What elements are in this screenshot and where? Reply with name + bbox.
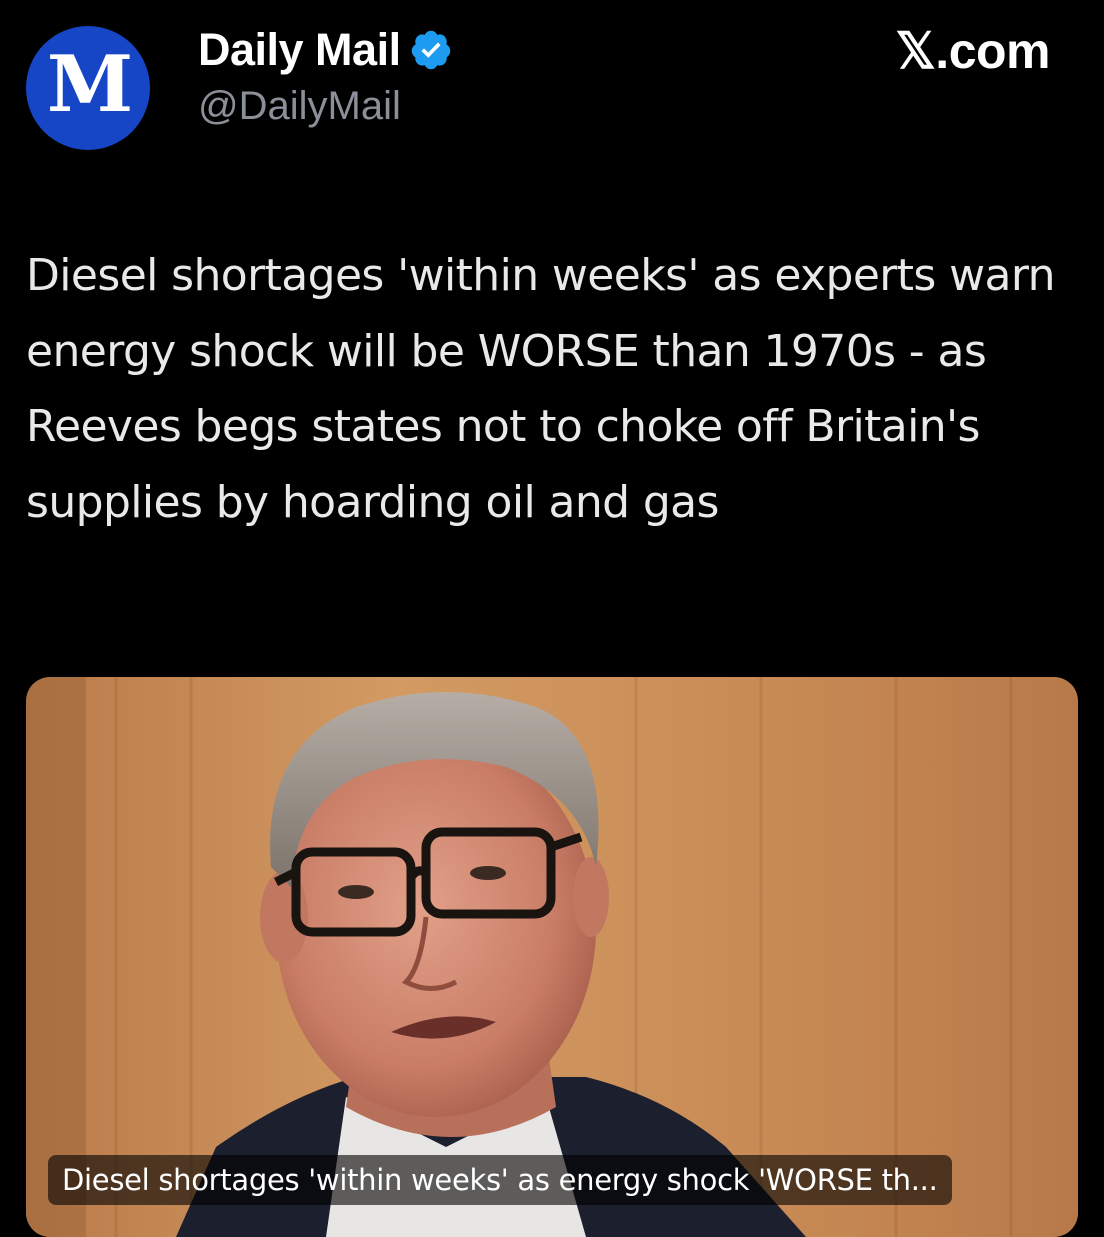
photo-illustration	[26, 677, 1078, 1237]
x-logo: 𝕏.com	[895, 23, 1051, 79]
avatar[interactable]: M	[26, 26, 150, 150]
post-image[interactable]	[26, 677, 1078, 1237]
account-handle[interactable]: @DailyMail	[198, 84, 401, 129]
verified-badge-icon	[411, 30, 450, 70]
post-text: Diesel shortages 'within weeks' as exper…	[26, 250, 1056, 528]
display-name[interactable]: Daily Mail	[198, 24, 401, 76]
daily-mail-logo-icon: M	[46, 39, 133, 130]
image-caption: Diesel shortages 'within weeks' as energ…	[48, 1155, 952, 1205]
account-name-row[interactable]: Daily Mail	[198, 22, 453, 78]
